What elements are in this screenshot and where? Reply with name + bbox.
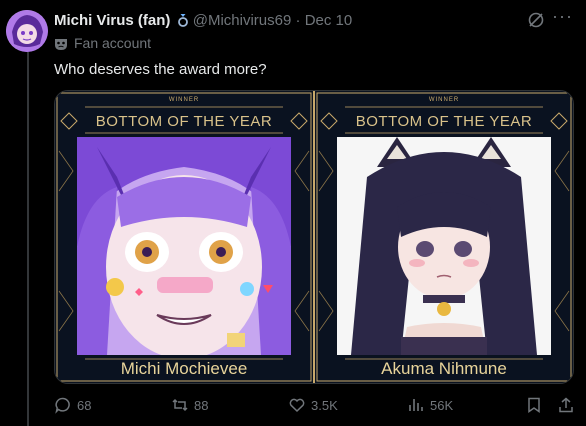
nominee-name: Akuma Nihmune [381, 359, 507, 378]
winner-label: WINNER [428, 97, 460, 103]
post-header: Michi Virus (fan) @Michivirus69 · Dec 10 [54, 11, 586, 31]
share-button[interactable] [557, 396, 575, 414]
tweet-text: Who deserves the award more? [54, 61, 267, 78]
portrait-michi [77, 137, 291, 355]
repost-icon [172, 398, 188, 412]
left-panel: WINNER BOTTOM OF THE YEAR Michi Mochieve… [55, 91, 313, 383]
thread-line [27, 52, 29, 426]
right-panel: WINNER BOTTOM OF THE YEAR Akuma Nihmune [315, 91, 573, 383]
grok-icon[interactable] [527, 11, 545, 29]
award-title: BOTTOM OF THE YEAR [355, 113, 533, 130]
repost-count: 88 [194, 397, 209, 413]
reply-count: 68 [77, 397, 92, 413]
bookmark-button[interactable] [525, 396, 543, 414]
nominee-name: Michi Mochievee [120, 359, 248, 378]
separator-dot: · [295, 12, 301, 29]
like-icon [289, 398, 305, 413]
award-title: BOTTOM OF THE YEAR [95, 113, 273, 130]
portrait-akuma [337, 137, 551, 355]
label-text: Fan account [74, 35, 152, 51]
display-name[interactable]: Michi Virus (fan) [54, 12, 170, 29]
post-date[interactable]: Dec 10 [305, 12, 353, 29]
bookmark-icon [528, 397, 540, 413]
avatar[interactable] [6, 10, 48, 52]
reply-button[interactable]: 68 [54, 396, 91, 414]
share-icon [559, 397, 573, 413]
views-icon [409, 399, 423, 411]
views-count: 56K [430, 397, 454, 413]
winner-label: WINNER [168, 97, 200, 103]
ring-icon [177, 12, 193, 29]
views-button[interactable]: 56K [407, 396, 453, 414]
mask-icon [54, 37, 68, 55]
like-button[interactable]: 3.5K [288, 396, 338, 414]
fan-account-label: Fan account [54, 34, 151, 52]
more-icon[interactable]: ··· [552, 6, 573, 27]
media-image[interactable]: WINNER BOTTOM OF THE YEAR Michi Mochieve… [54, 90, 574, 384]
repost-button[interactable]: 88 [171, 396, 208, 414]
reply-icon [55, 397, 70, 414]
like-count: 3.5K [311, 397, 338, 413]
handle[interactable]: @Michivirus69 [193, 12, 292, 29]
action-bar: 68 88 3.5K 56K [54, 396, 586, 416]
